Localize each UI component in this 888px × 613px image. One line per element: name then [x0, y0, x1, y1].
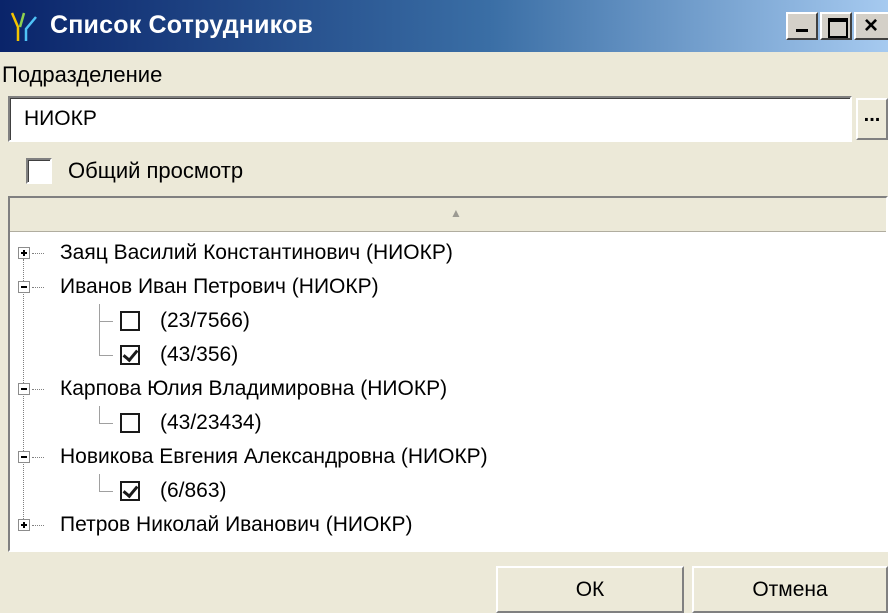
tree-row-card[interactable]: (23/7566)	[10, 304, 886, 338]
ok-button[interactable]: ОК	[496, 566, 684, 613]
tree-branch-line	[99, 321, 113, 322]
general-view-checkbox[interactable]	[26, 158, 52, 184]
window-title: Список Сотрудников	[50, 11, 314, 39]
card-number: (23/7566)	[160, 309, 250, 332]
minimize-button[interactable]	[786, 12, 818, 40]
cancel-button[interactable]: Отмена	[692, 566, 888, 613]
tree-branch-line	[99, 423, 113, 424]
employee-tree: Заяц Василий Константинович (НИОКР) Иван…	[10, 236, 886, 542]
department-browse-button[interactable]: ...	[856, 98, 888, 140]
employee-name: Карпова Юлия Владимировна (НИОКР)	[60, 377, 448, 400]
employee-tree-panel[interactable]: ▲ Заяц Василий Константинович (НИОКР) Ив…	[8, 196, 888, 552]
general-view-label: Общий просмотр	[68, 158, 244, 183]
tree-row-employee-0[interactable]: Заяц Василий Константинович (НИОКР)	[10, 236, 886, 270]
tree-connector-line	[32, 525, 44, 526]
employee-name: Петров Николай Иванович (НИОКР)	[60, 513, 413, 536]
expand-plus-icon[interactable]	[18, 519, 30, 531]
sort-arrow-icon: ▲	[450, 206, 462, 220]
tree-connector-line	[32, 287, 44, 288]
card-checkbox-checked[interactable]	[120, 345, 140, 365]
department-field[interactable]	[8, 96, 852, 142]
tree-row-card[interactable]: (6/863)	[10, 474, 886, 508]
card-number: (43/23434)	[160, 411, 262, 434]
people-app-icon	[10, 12, 37, 41]
employee-name: Новикова Евгения Александровна (НИОКР)	[60, 445, 488, 468]
tree-branch-line	[99, 491, 113, 492]
tree-row-employee-4[interactable]: Петров Николай Иванович (НИОКР)	[10, 508, 886, 542]
card-checkbox[interactable]	[120, 311, 140, 331]
expand-plus-icon[interactable]	[18, 247, 30, 259]
collapse-minus-icon[interactable]	[18, 383, 30, 395]
card-checkbox[interactable]	[120, 413, 140, 433]
close-icon: ×	[864, 12, 879, 39]
employee-name: Иванов Иван Петрович (НИОКР)	[60, 275, 379, 298]
maximize-button[interactable]	[820, 12, 852, 40]
card-number: (43/356)	[160, 343, 239, 366]
department-label: Подразделение	[2, 62, 163, 87]
tree-branch-line	[99, 474, 100, 491]
list-column-header[interactable]: ▲	[10, 198, 886, 232]
tree-row-employee-1[interactable]: Иванов Иван Петрович (НИОКР)	[10, 270, 886, 304]
employee-name: Заяц Василий Константинович (НИОКР)	[60, 241, 453, 264]
card-number: (6/863)	[160, 479, 227, 502]
tree-connector-line	[32, 457, 44, 458]
collapse-minus-icon[interactable]	[18, 281, 30, 293]
title-bar[interactable]: Список Сотрудников ×	[0, 0, 888, 52]
close-button[interactable]: ×	[854, 12, 888, 40]
employee-list-window: Список Сотрудников × Подразделение ... О…	[0, 0, 888, 613]
tree-branch-line	[99, 338, 100, 355]
tree-connector-line	[32, 253, 44, 254]
tree-row-employee-3[interactable]: Новикова Евгения Александровна (НИОКР)	[10, 440, 886, 474]
tree-branch-line	[99, 406, 100, 423]
collapse-minus-icon[interactable]	[18, 451, 30, 463]
tree-row-card[interactable]: (43/356)	[10, 338, 886, 372]
card-checkbox-checked[interactable]	[120, 481, 140, 501]
tree-row-card[interactable]: (43/23434)	[10, 406, 886, 440]
tree-row-employee-2[interactable]: Карпова Юлия Владимировна (НИОКР)	[10, 372, 886, 406]
tree-branch-line	[99, 355, 113, 356]
tree-connector-line	[32, 389, 44, 390]
